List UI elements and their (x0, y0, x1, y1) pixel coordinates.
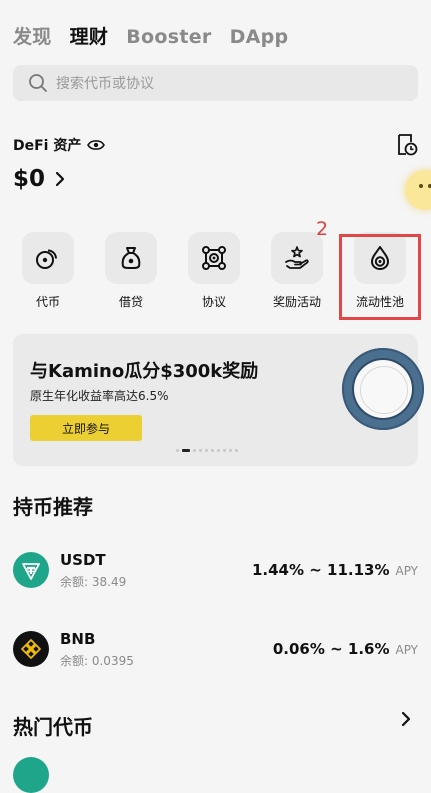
action-icon-bg (188, 232, 240, 284)
money-bag-icon (121, 247, 141, 269)
floating-button-inner (354, 360, 412, 418)
banner-subtitle: 原生年化收益率高达6.5% (30, 389, 169, 403)
history-clock-icon[interactable] (396, 133, 418, 157)
tab-earn[interactable]: 理财 (70, 22, 109, 49)
action-label-rewards: 奖励活动 (272, 295, 321, 309)
chevron-right-icon[interactable] (400, 711, 412, 727)
apy-unit: APY (395, 564, 418, 578)
tab-booster[interactable]: Booster (126, 26, 211, 48)
carousel-dot-active (182, 449, 190, 452)
annotation-marker: 2 (316, 218, 329, 240)
coin-apy: 1.44% ~ 11.13% APY (252, 561, 418, 579)
usdt-logo-icon (13, 552, 49, 588)
coin-info: USDT 余额: 38.49 (60, 551, 126, 590)
banner-title: 与Kamino瓜分$300k奖励 (30, 361, 259, 382)
action-icon-bg (105, 232, 157, 284)
action-lending[interactable]: 借贷 (100, 232, 162, 310)
apy-range: 1.44% ~ 11.13% (251, 561, 390, 579)
coin-row-usdt[interactable]: USDT 余额: 38.49 1.44% ~ 11.13% APY (13, 545, 418, 595)
carousel-dot (193, 449, 196, 452)
carousel-dot (176, 449, 179, 452)
eye-icon[interactable] (87, 139, 106, 151)
carousel-dot (211, 449, 214, 452)
recommended-section-title: 持币推荐 (13, 495, 93, 519)
carousel-indicator (176, 449, 238, 452)
join-now-button[interactable]: 立即参与 (30, 415, 142, 441)
reward-hand-icon (285, 246, 309, 269)
action-token[interactable]: 代币 (17, 232, 79, 310)
coin-symbol: USDT (60, 550, 106, 569)
action-label-protocol: 协议 (201, 295, 226, 309)
defi-assets-header: DeFi 资产 (13, 135, 106, 155)
mascot-float-icon[interactable] (405, 170, 431, 210)
search-input[interactable]: 搜索代币或协议 (13, 65, 418, 101)
bnb-logo-icon (13, 631, 49, 667)
carousel-dot (229, 449, 232, 452)
tab-dapp[interactable]: DApp (230, 26, 289, 48)
apy-unit: APY (395, 643, 418, 657)
action-label-lending: 借贷 (118, 295, 143, 309)
floating-assistive-button[interactable] (342, 348, 424, 430)
chevron-right-icon (55, 171, 65, 187)
protocol-icon (202, 246, 226, 270)
annotation-highlight-box (339, 234, 421, 320)
carousel-dot (223, 449, 226, 452)
partial-coin-logo-icon (13, 757, 49, 793)
tab-discover[interactable]: 发现 (13, 22, 52, 49)
coin-balance: 余额: 38.49 (60, 574, 127, 589)
action-icon-bg (22, 232, 74, 284)
token-coins-icon (36, 249, 57, 269)
coin-apy: 0.06% ~ 1.6% APY (273, 640, 418, 658)
search-placeholder: 搜索代币或协议 (56, 76, 154, 92)
coin-symbol: BNB (60, 629, 96, 648)
apy-range: 0.06% ~ 1.6% (272, 640, 390, 658)
carousel-dot (217, 449, 220, 452)
top-nav: 发现 理财 Booster DApp (13, 22, 288, 49)
coin-row-bnb[interactable]: BNB 余额: 0.0395 0.06% ~ 1.6% APY (13, 624, 418, 674)
carousel-dot (199, 449, 202, 452)
action-rewards[interactable]: 奖励活动 (266, 232, 328, 310)
action-protocol[interactable]: 协议 (183, 232, 245, 310)
hot-tokens-section-title: 热门代币 (13, 715, 93, 739)
defi-assets-title: DeFi 资产 (13, 138, 82, 154)
coin-balance: 余额: 0.0395 (60, 653, 134, 668)
coin-info: BNB 余额: 0.0395 (60, 630, 134, 669)
search-icon (29, 74, 47, 92)
balance-amount: $0 (13, 166, 46, 192)
action-label-token: 代币 (35, 295, 60, 309)
carousel-dot (205, 449, 208, 452)
carousel-dot (235, 449, 238, 452)
defi-balance[interactable]: $0 (13, 166, 65, 192)
